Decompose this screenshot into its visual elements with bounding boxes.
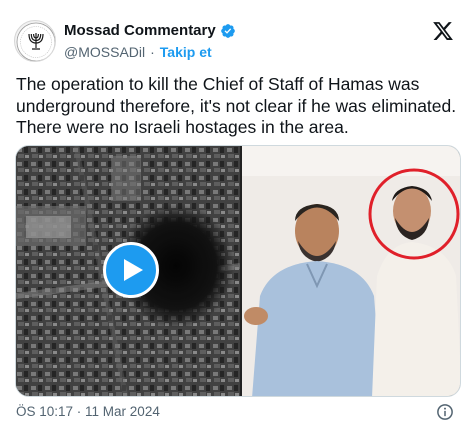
tweet-embed-card: Mossad Commentary @MOSSADil · Takip et T… bbox=[0, 0, 470, 429]
media-grid[interactable] bbox=[15, 145, 461, 397]
x-logo-icon[interactable] bbox=[432, 20, 454, 42]
two-men-photo-image bbox=[242, 146, 460, 396]
account-handle[interactable]: @MOSSADil bbox=[64, 43, 145, 61]
play-icon bbox=[124, 259, 143, 281]
tweet-text: The operation to kill the Chief of Staff… bbox=[16, 74, 457, 137]
follow-button[interactable]: Takip et bbox=[160, 43, 212, 61]
info-icon[interactable] bbox=[436, 403, 454, 421]
video-thumbnail-aerial[interactable] bbox=[16, 146, 241, 396]
profile-avatar[interactable] bbox=[14, 20, 56, 62]
handle-row: @MOSSADil · Takip et bbox=[64, 43, 212, 61]
separator-dot: · bbox=[150, 44, 155, 60]
photo-two-men[interactable] bbox=[242, 146, 460, 396]
menorah-logo-icon bbox=[16, 22, 55, 61]
verified-badge-icon bbox=[220, 24, 235, 38]
account-name-row: Mossad Commentary bbox=[64, 22, 236, 40]
play-video-button[interactable] bbox=[103, 242, 159, 298]
tweet-timestamp[interactable]: ÖS 10:17 · 11 Mar 2024 bbox=[16, 403, 160, 420]
account-name[interactable]: Mossad Commentary bbox=[64, 22, 216, 40]
